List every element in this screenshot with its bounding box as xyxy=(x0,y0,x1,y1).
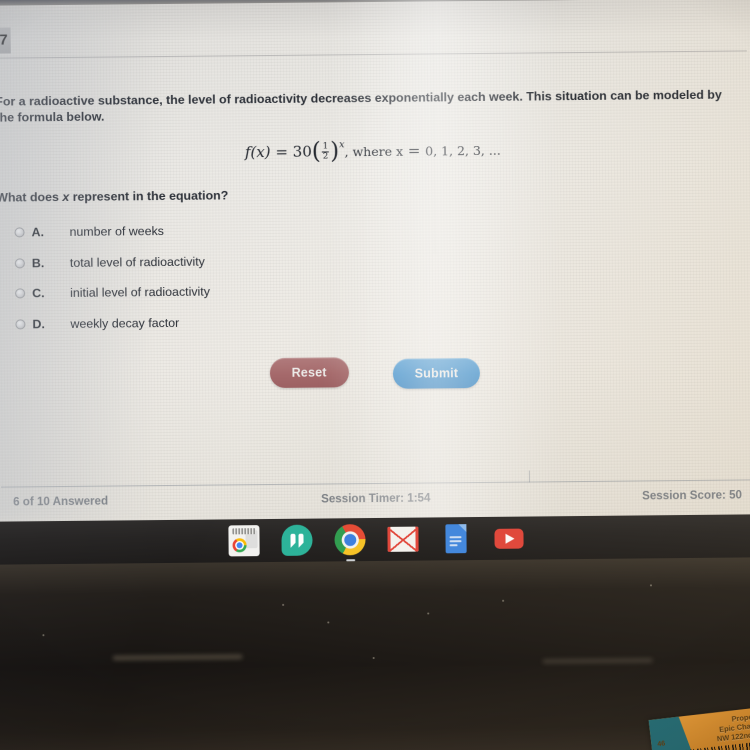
choice-d[interactable]: D. weekly decay factor xyxy=(15,304,515,339)
formula-domain: 0, 1, 2, 3, ... xyxy=(425,142,501,159)
answered-count: 6 of 10 Answered xyxy=(13,494,109,509)
formula-where-clause: , where x xyxy=(344,143,404,160)
sticker-teal-corner xyxy=(648,706,693,750)
sticker-asset-prefix: 46 xyxy=(657,740,666,749)
hangouts-icon[interactable] xyxy=(281,524,313,556)
session-score: Session Score: 50 xyxy=(642,488,743,503)
status-bar: 6 of 10 Answered Session Timer: 1:54 Ses… xyxy=(1,482,750,517)
chromeos-shelf xyxy=(0,514,750,565)
choice-text-a: number of weeks xyxy=(69,224,164,240)
radio-button-b[interactable] xyxy=(14,258,25,269)
session-timer: Session Timer: 1:54 xyxy=(321,491,431,506)
choice-text-b: total level of radioactivity xyxy=(69,254,205,270)
choice-text-c: initial level of radioactivity xyxy=(70,284,211,301)
choice-letter-b: B. xyxy=(31,255,45,271)
choice-letter-d: D. xyxy=(32,316,45,332)
radio-button-d[interactable] xyxy=(15,319,26,330)
radio-button-a[interactable] xyxy=(14,227,25,238)
laptop-deck: Property Epic Charter NW 122nd St. 46 00 xyxy=(0,557,750,750)
fraction-denominator: 2 xyxy=(321,150,330,161)
formula-equals: = xyxy=(275,142,289,161)
prompt-text-before: What does xyxy=(0,189,63,205)
youtube-icon[interactable] xyxy=(493,523,524,554)
choice-c[interactable]: C. initial level of radioactivity xyxy=(15,274,515,309)
formula-container: f(x) = 30(1 2)x, where x = 0, 1, 2, 3, ..… xyxy=(0,138,748,165)
prompt-text-after: represent in the equation? xyxy=(69,188,229,204)
fraction-numerator: 1 xyxy=(322,140,329,151)
laptop-photo: 7 For a radioactive substance, the level… xyxy=(0,0,750,750)
choice-letter-a: A. xyxy=(31,225,45,240)
question-stem: For a radioactive substance, the level o… xyxy=(0,87,722,125)
question-prompt: What does x represent in the equation? xyxy=(0,188,228,204)
action-buttons: Reset Submit xyxy=(0,353,750,390)
window-switcher-icon[interactable] xyxy=(228,525,260,557)
reset-button[interactable]: Reset xyxy=(269,357,349,389)
asset-tag-sticker: Property Epic Charter NW 122nd St. 46 00 xyxy=(648,706,750,750)
formula-expression: f(x) = 30(1 2)x, where x = 0, 1, 2, 3, ..… xyxy=(244,138,501,165)
formula-exponent: x xyxy=(339,139,345,151)
google-docs-icon[interactable] xyxy=(440,523,471,554)
gmail-icon[interactable] xyxy=(387,524,419,555)
formula-coefficient: 30 xyxy=(292,142,312,161)
formula-function: f(x) xyxy=(244,142,271,162)
header-divider xyxy=(0,50,747,59)
submit-button[interactable]: Submit xyxy=(392,357,481,389)
deck-smudge-right xyxy=(542,658,653,664)
deck-smudge-left xyxy=(112,654,243,661)
formula-open-paren: ( xyxy=(311,138,321,165)
quiz-page: 7 For a radioactive substance, the level… xyxy=(0,0,750,522)
radio-button-c[interactable] xyxy=(15,288,26,299)
formula-fraction: 12 xyxy=(321,140,330,161)
formula-where-equals: = xyxy=(407,141,421,160)
choice-text-d: weekly decay factor xyxy=(70,315,180,331)
choice-letter-c: C. xyxy=(32,286,45,301)
sticker-text: Property Epic Charter NW 122nd St. xyxy=(714,711,750,743)
screenshot-root: 7 For a radioactive substance, the level… xyxy=(0,0,750,750)
answer-choices: A. number of weeks B. total level of rad… xyxy=(14,213,515,340)
choice-b[interactable]: B. total level of radioactivity xyxy=(14,243,515,278)
question-number-badge[interactable]: 7 xyxy=(0,27,11,54)
chrome-icon[interactable] xyxy=(334,524,366,562)
laptop-screen: 7 For a radioactive substance, the level… xyxy=(0,0,750,550)
choice-a[interactable]: A. number of weeks xyxy=(14,213,514,248)
